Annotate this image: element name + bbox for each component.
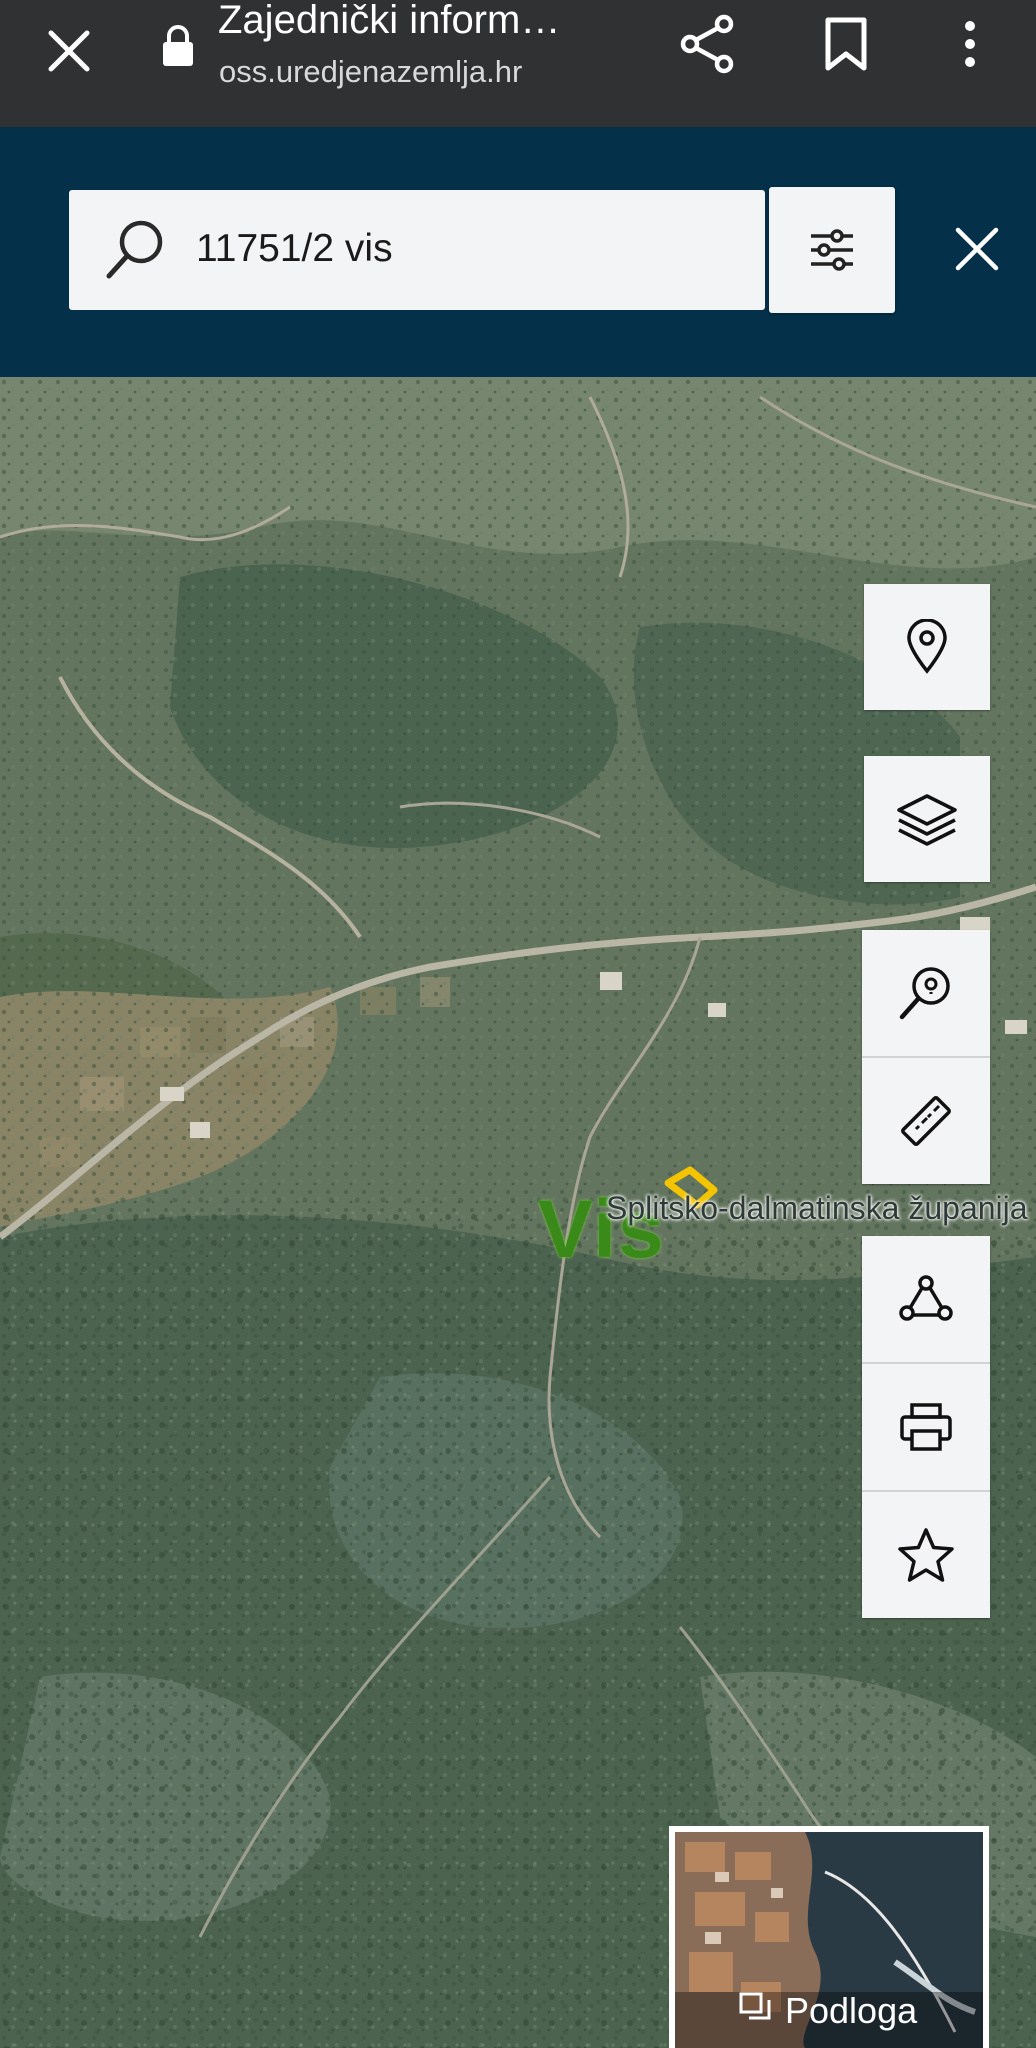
close-tab-button[interactable] — [36, 18, 102, 84]
close-icon — [955, 227, 999, 271]
polygon-icon — [899, 1275, 953, 1321]
basemap-switcher[interactable]: Podloga — [669, 1826, 989, 2048]
page-title: Zajednički inform… — [218, 0, 561, 42]
search-location-button[interactable] — [862, 930, 990, 1058]
search-location-icon — [899, 967, 950, 1020]
filter-sliders-icon — [811, 229, 853, 271]
search-input[interactable]: 11751/2 vis — [196, 227, 393, 271]
basemap-icon — [739, 1992, 771, 2020]
search-bar[interactable]: 11751/2 vis — [69, 190, 765, 310]
share-icon — [680, 14, 734, 74]
location-pin-icon — [907, 619, 947, 674]
close-search-button[interactable] — [950, 222, 1004, 276]
star-icon — [898, 1528, 954, 1582]
satellite-map[interactable]: Vis Splitsko-dalmatinska županija Podlog… — [0, 377, 1036, 2048]
locate-button[interactable] — [864, 584, 990, 710]
lock-icon — [163, 25, 193, 66]
more-menu-button[interactable] — [950, 14, 990, 74]
map-tools-group-2 — [862, 1236, 990, 1618]
basemap-thumbnail: Podloga — [675, 1832, 983, 2048]
favorite-button[interactable] — [862, 1492, 990, 1618]
bookmark-icon — [825, 17, 867, 71]
browser-toolbar: Zajednički inform… oss.uredjenazemlja.hr — [0, 0, 1036, 127]
bookmark-button[interactable] — [820, 14, 872, 74]
search-filter-button[interactable] — [769, 187, 895, 313]
page-url[interactable]: oss.uredjenazemlja.hr — [219, 54, 522, 90]
map-tools-group-1 — [862, 930, 990, 1184]
share-button[interactable] — [678, 14, 738, 74]
draw-polygon-button[interactable] — [862, 1236, 990, 1364]
measure-button[interactable] — [862, 1058, 990, 1184]
close-icon — [48, 30, 90, 72]
layers-button[interactable] — [864, 756, 990, 882]
layers-icon — [897, 794, 957, 846]
more-vert-icon — [965, 21, 975, 67]
basemap-label: Podloga — [785, 1990, 918, 2031]
print-button[interactable] — [862, 1364, 990, 1492]
ruler-icon — [901, 1096, 951, 1146]
map-county-label: Splitsko-dalmatinska županija — [606, 1190, 1028, 1226]
search-icon — [106, 220, 163, 279]
print-icon — [900, 1403, 952, 1451]
